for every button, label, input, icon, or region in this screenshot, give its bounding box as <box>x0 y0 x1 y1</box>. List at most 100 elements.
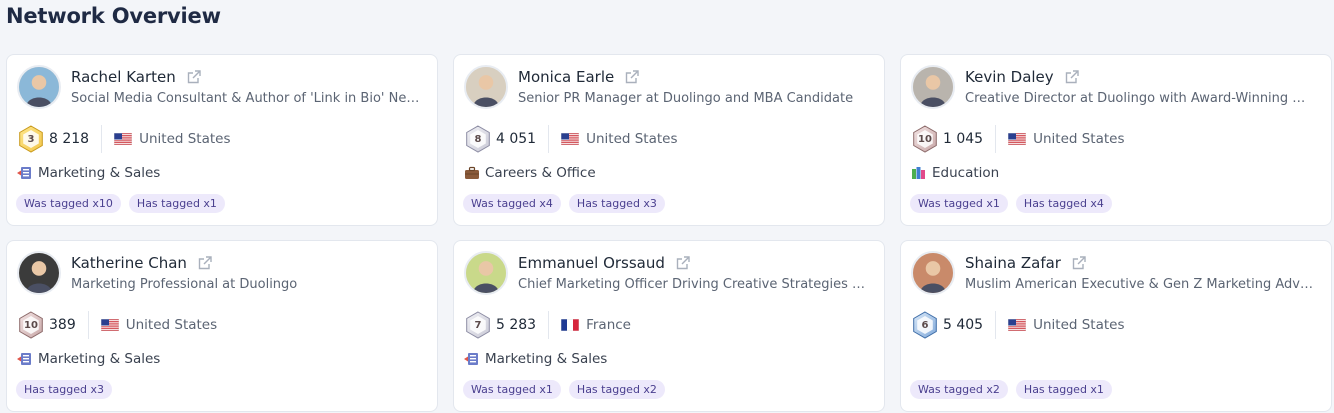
profile-name[interactable]: Emmanuel Orssaud <box>518 254 665 272</box>
follower-count: 389 <box>49 317 76 333</box>
profile-card[interactable]: Rachel Karten Social Media Consultant & A… <box>6 54 438 226</box>
divider <box>87 311 89 339</box>
profile-card[interactable]: Emmanuel Orssaud Chief Marketing Officer … <box>453 240 885 412</box>
tag-pill: Was tagged x4 <box>463 194 561 213</box>
tag-pill: Has tagged x2 <box>568 380 665 399</box>
tag-pill: Was tagged x1 <box>910 194 1008 213</box>
tag-pill: Has tagged x4 <box>1015 194 1112 213</box>
us-flag-icon <box>1008 319 1027 331</box>
us-flag-icon <box>114 133 133 145</box>
country-label: United States <box>586 131 678 147</box>
category-label: Marketing & Sales <box>38 351 161 367</box>
profile-card[interactable]: Shaina Zafar Muslim American Executive & … <box>900 240 1332 412</box>
stats-row: 7 5 283 France <box>464 311 631 339</box>
profile-headline: Senior PR Manager at Duolingo and MBA Ca… <box>518 91 854 106</box>
external-link-icon[interactable] <box>624 69 640 85</box>
stats-row: 10 1 045 United States <box>911 125 1125 153</box>
level-number: 10 <box>918 133 932 145</box>
follower-count: 4 051 <box>496 131 537 147</box>
hexagon-badge-icon: 10 <box>17 311 45 339</box>
category-row: Careers & Office <box>464 165 596 181</box>
external-link-icon[interactable] <box>197 255 213 271</box>
profile-headline: Muslim American Executive & Gen Z Market… <box>965 277 1313 292</box>
category-label: Careers & Office <box>485 165 596 181</box>
us-flag-icon <box>1008 133 1027 145</box>
hexagon-badge-icon: 10 <box>911 125 939 153</box>
divider <box>548 125 550 153</box>
tag-pill: Has tagged x3 <box>568 194 665 213</box>
tag-pill: Has tagged x3 <box>16 380 113 399</box>
level-number: 6 <box>921 319 929 331</box>
us-flag-icon <box>561 133 580 145</box>
level-number: 3 <box>27 133 35 145</box>
us-flag-icon <box>100 319 119 331</box>
category-label: Marketing & Sales <box>485 351 608 367</box>
profile-headline: Marketing Professional at Duolingo <box>71 277 298 292</box>
stats-row: 3 8 218 United States <box>17 125 231 153</box>
level-number: 10 <box>24 319 38 331</box>
briefcase-icon <box>464 166 480 180</box>
follower-count: 5 405 <box>943 317 984 333</box>
avatar[interactable] <box>911 251 955 295</box>
page-title: Network Overview <box>6 4 221 28</box>
divider <box>101 125 103 153</box>
profile-name[interactable]: Monica Earle <box>518 68 614 86</box>
divider <box>995 125 997 153</box>
external-link-icon[interactable] <box>186 69 202 85</box>
profile-card[interactable]: Kevin Daley Creative Director at Duolingo… <box>900 54 1332 226</box>
divider <box>548 311 550 339</box>
follower-count: 8 218 <box>49 131 90 147</box>
level-number: 8 <box>474 133 482 145</box>
follower-count: 1 045 <box>943 131 984 147</box>
follower-count: 5 283 <box>496 317 537 333</box>
tag-pill: Has tagged x1 <box>1015 380 1112 399</box>
category-label: Education <box>932 165 1000 181</box>
name-row: Kevin Daley <box>965 68 1080 86</box>
category-row: Marketing & Sales <box>17 351 160 367</box>
external-link-icon[interactable] <box>1071 255 1087 271</box>
profile-name[interactable]: Kevin Daley <box>965 68 1054 86</box>
tag-list: Was tagged x4 Has tagged x3 <box>463 194 665 213</box>
avatar[interactable] <box>464 251 508 295</box>
tag-list: Was tagged x10 Has tagged x1 <box>16 194 225 213</box>
profile-headline: Chief Marketing Officer Driving Creative… <box>518 277 866 292</box>
tag-pill: Has tagged x1 <box>128 194 225 213</box>
tag-list: Was tagged x1 Has tagged x2 <box>463 380 665 399</box>
profile-headline: Creative Director at Duolingo with Award… <box>965 91 1306 106</box>
category-label: Marketing & Sales <box>38 165 161 181</box>
external-link-icon[interactable] <box>1064 69 1080 85</box>
tag-pill: Was tagged x2 <box>910 380 1008 399</box>
name-row: Shaina Zafar <box>965 254 1087 272</box>
profile-card[interactable]: Monica Earle Senior PR Manager at Duoling… <box>453 54 885 226</box>
avatar[interactable] <box>464 65 508 109</box>
profile-name[interactable]: Katherine Chan <box>71 254 187 272</box>
marketing-icon <box>17 352 33 366</box>
avatar[interactable] <box>911 65 955 109</box>
fr-flag-icon <box>561 319 580 331</box>
name-row: Katherine Chan <box>71 254 213 272</box>
country-label: France <box>586 317 631 333</box>
name-row: Rachel Karten <box>71 68 202 86</box>
marketing-icon <box>17 166 33 180</box>
hexagon-badge-icon: 7 <box>464 311 492 339</box>
profile-card[interactable]: Katherine Chan Marketing Professional at … <box>6 240 438 412</box>
avatar[interactable] <box>17 251 61 295</box>
name-row: Emmanuel Orssaud <box>518 254 691 272</box>
books-icon <box>911 166 927 180</box>
category-row: Marketing & Sales <box>464 351 607 367</box>
avatar[interactable] <box>17 65 61 109</box>
tag-list: Has tagged x3 <box>16 380 113 399</box>
profile-name[interactable]: Shaina Zafar <box>965 254 1061 272</box>
external-link-icon[interactable] <box>675 255 691 271</box>
country-label: United States <box>139 131 231 147</box>
hexagon-badge-icon: 8 <box>464 125 492 153</box>
profile-headline: Social Media Consultant & Author of 'Lin… <box>71 91 420 106</box>
hexagon-badge-icon: 3 <box>17 125 45 153</box>
country-label: United States <box>125 317 218 333</box>
hexagon-badge-icon: 6 <box>911 311 939 339</box>
profile-name[interactable]: Rachel Karten <box>71 68 176 86</box>
tag-pill: Was tagged x10 <box>16 194 121 213</box>
divider <box>995 311 997 339</box>
tag-list: Was tagged x2 Has tagged x1 <box>910 380 1112 399</box>
tag-pill: Was tagged x1 <box>463 380 561 399</box>
